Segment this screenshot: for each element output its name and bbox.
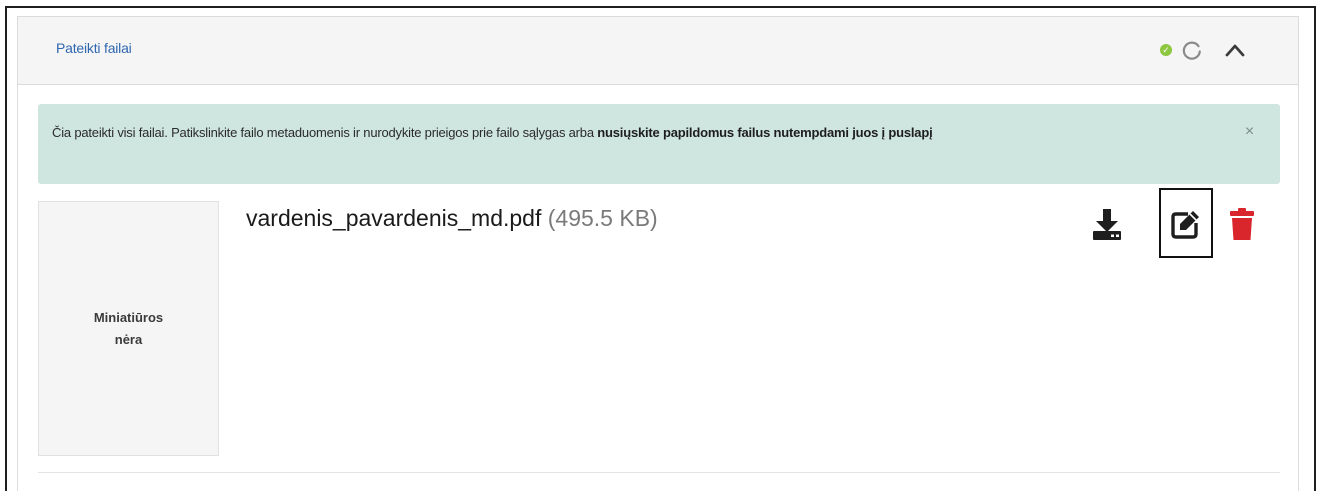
- info-alert: Čia pateikti visi failai. Patikslinkite …: [38, 104, 1280, 184]
- file-name: vardenis_pavardenis_md.pdf: [246, 205, 542, 231]
- file-size: (495.5 KB): [547, 205, 658, 231]
- thumbnail-placeholder-label: Miniatiūros nėra: [93, 309, 164, 347]
- submitted-files-panel: Pateikti failai ✓ Čia pateikti visi fail…: [17, 16, 1299, 491]
- file-thumbnail: Miniatiūros nėra: [38, 201, 219, 456]
- download-icon[interactable]: [1092, 207, 1122, 241]
- close-icon[interactable]: ×: [1245, 122, 1254, 142]
- divider: [38, 472, 1280, 473]
- edit-icon: [1171, 211, 1199, 239]
- chevron-up-icon[interactable]: [1223, 39, 1247, 61]
- check-circle-icon: ✓: [1160, 44, 1172, 56]
- refresh-icon[interactable]: [1181, 39, 1203, 61]
- trash-icon[interactable]: [1229, 207, 1255, 241]
- panel-title[interactable]: Pateikti failai: [56, 40, 132, 56]
- alert-message-bold: nusiųskite papildomus failus nutempdami …: [597, 125, 933, 140]
- edit-button[interactable]: [1159, 188, 1213, 258]
- panel-header[interactable]: Pateikti failai ✓: [18, 17, 1298, 85]
- file-title: vardenis_pavardenis_md.pdf (495.5 KB): [246, 205, 658, 232]
- alert-message: Čia pateikti visi failai. Patikslinkite …: [52, 125, 598, 140]
